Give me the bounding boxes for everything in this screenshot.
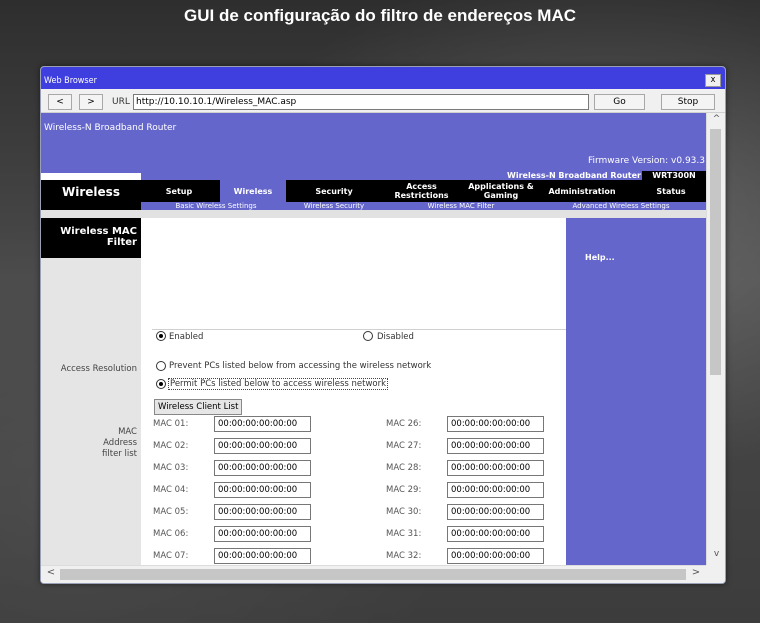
vertical-scroll-thumb[interactable] <box>710 129 721 375</box>
wireless-client-list-button[interactable]: Wireless Client List <box>154 399 243 415</box>
horizontal-scroll-thumb[interactable] <box>60 569 686 580</box>
subtab-advanced-wireless[interactable]: Advanced Wireless Settings <box>561 202 681 210</box>
scroll-down-icon[interactable]: v <box>707 549 725 563</box>
mac-address-input[interactable]: 00:00:00:00:00:00 <box>447 526 544 542</box>
enabled-label: Enabled <box>169 332 204 342</box>
mac-address-input[interactable]: 00:00:00:00:00:00 <box>447 548 544 564</box>
mac-list-label: MAC Address filter list <box>102 427 137 459</box>
close-window-button[interactable]: x <box>705 74 721 87</box>
url-input[interactable]: http://10.10.10.1/Wireless_MAC.asp <box>133 94 589 110</box>
help-link[interactable]: Help... <box>585 253 615 262</box>
tab-access-restrictions[interactable]: Access Restrictions <box>378 180 465 202</box>
mac-address-input[interactable]: 00:00:00:00:00:00 <box>214 416 311 432</box>
mac-address-input[interactable]: 00:00:00:00:00:00 <box>214 504 311 520</box>
permit-radio[interactable] <box>156 379 166 389</box>
forward-button[interactable]: > <box>79 94 103 110</box>
scroll-left-icon[interactable]: < <box>43 567 59 582</box>
model-name: Wireless-N Broadband Router <box>507 171 641 180</box>
prevent-radio[interactable] <box>156 361 166 371</box>
window-titlebar: Web Browser x <box>41 67 725 89</box>
tab-administration[interactable]: Administration <box>541 180 623 202</box>
firmware-version: Firmware Version: v0.93.3 <box>587 156 705 166</box>
tab-security[interactable]: Security <box>291 180 377 202</box>
product-name: Wireless-N Broadband Router <box>44 123 177 133</box>
mac-address-input[interactable]: 00:00:00:00:00:00 <box>447 460 544 476</box>
mac-label: MAC 30: <box>386 507 422 517</box>
tab-wireless[interactable]: Wireless <box>220 180 286 202</box>
browser-navbar: < > URL http://10.10.10.1/Wireless_MAC.a… <box>41 89 725 113</box>
sidebar-title: Wireless MAC Filter <box>41 218 141 258</box>
mac-label: MAC 04: <box>153 485 189 495</box>
url-label: URL <box>112 97 130 107</box>
scroll-corner <box>706 565 725 583</box>
scroll-up-icon[interactable]: ^ <box>707 114 725 128</box>
tab-setup[interactable]: Setup <box>146 180 212 202</box>
subtab-wireless-security[interactable]: Wireless Security <box>289 202 379 210</box>
sidebar <box>41 218 141 565</box>
mac-label: MAC 29: <box>386 485 422 495</box>
prevent-label: Prevent PCs listed below from accessing … <box>169 361 432 371</box>
tab-applications-gaming[interactable]: Applications & Gaming <box>465 180 537 202</box>
mac-label: MAC 03: <box>153 463 189 473</box>
go-button[interactable]: Go <box>594 94 645 110</box>
mac-address-input[interactable]: 00:00:00:00:00:00 <box>447 482 544 498</box>
mac-label: MAC 31: <box>386 529 422 539</box>
page-viewport: Wireless-N Broadband Router Firmware Ver… <box>41 113 706 565</box>
subtab-wireless-mac-filter[interactable]: Wireless MAC Filter <box>416 202 506 210</box>
back-button[interactable]: < <box>48 94 72 110</box>
mac-address-input[interactable]: 00:00:00:00:00:00 <box>214 526 311 542</box>
mac-address-input[interactable]: 00:00:00:00:00:00 <box>447 416 544 432</box>
help-panel <box>566 218 706 565</box>
scroll-right-icon[interactable]: > <box>688 567 704 582</box>
mac-label: MAC 07: <box>153 551 189 561</box>
window-title: Web Browser <box>44 76 97 86</box>
subtab-basic-wireless[interactable]: Basic Wireless Settings <box>161 202 271 210</box>
mac-label: MAC 27: <box>386 441 422 451</box>
mac-address-input[interactable]: 00:00:00:00:00:00 <box>214 548 311 564</box>
tab-status[interactable]: Status <box>639 180 703 202</box>
disabled-label: Disabled <box>377 332 414 342</box>
slide-title: GUI de configuração do filtro de endereç… <box>184 6 576 25</box>
browser-window: Web Browser x < > URL http://10.10.10.1/… <box>40 66 726 584</box>
access-resolution-label: Access Resolution <box>60 364 137 374</box>
mac-address-input[interactable]: 00:00:00:00:00:00 <box>447 504 544 520</box>
vertical-scrollbar[interactable]: ^ v <box>706 113 725 565</box>
mac-address-input[interactable]: 00:00:00:00:00:00 <box>447 438 544 454</box>
section-title: Wireless <box>41 180 141 210</box>
mac-label: MAC 32: <box>386 551 422 561</box>
enabled-radio[interactable] <box>156 331 166 341</box>
mac-label: MAC 05: <box>153 507 189 517</box>
mac-label: MAC 26: <box>386 419 422 429</box>
mac-address-input[interactable]: 00:00:00:00:00:00 <box>214 460 311 476</box>
mac-address-input[interactable]: 00:00:00:00:00:00 <box>214 438 311 454</box>
mac-label: MAC 06: <box>153 529 189 539</box>
horizontal-scrollbar[interactable]: < > <box>41 565 706 583</box>
mac-label: MAC 28: <box>386 463 422 473</box>
section-divider <box>152 329 566 330</box>
menu-separator <box>41 210 706 218</box>
permit-label: Permit PCs listed below to access wirele… <box>168 378 389 390</box>
stop-button[interactable]: Stop <box>661 94 715 110</box>
model-number: WRT300N <box>642 171 706 180</box>
disabled-radio[interactable] <box>363 331 373 341</box>
mac-label: MAC 02: <box>153 441 189 451</box>
mac-label: MAC 01: <box>153 419 189 429</box>
mac-address-input[interactable]: 00:00:00:00:00:00 <box>214 482 311 498</box>
